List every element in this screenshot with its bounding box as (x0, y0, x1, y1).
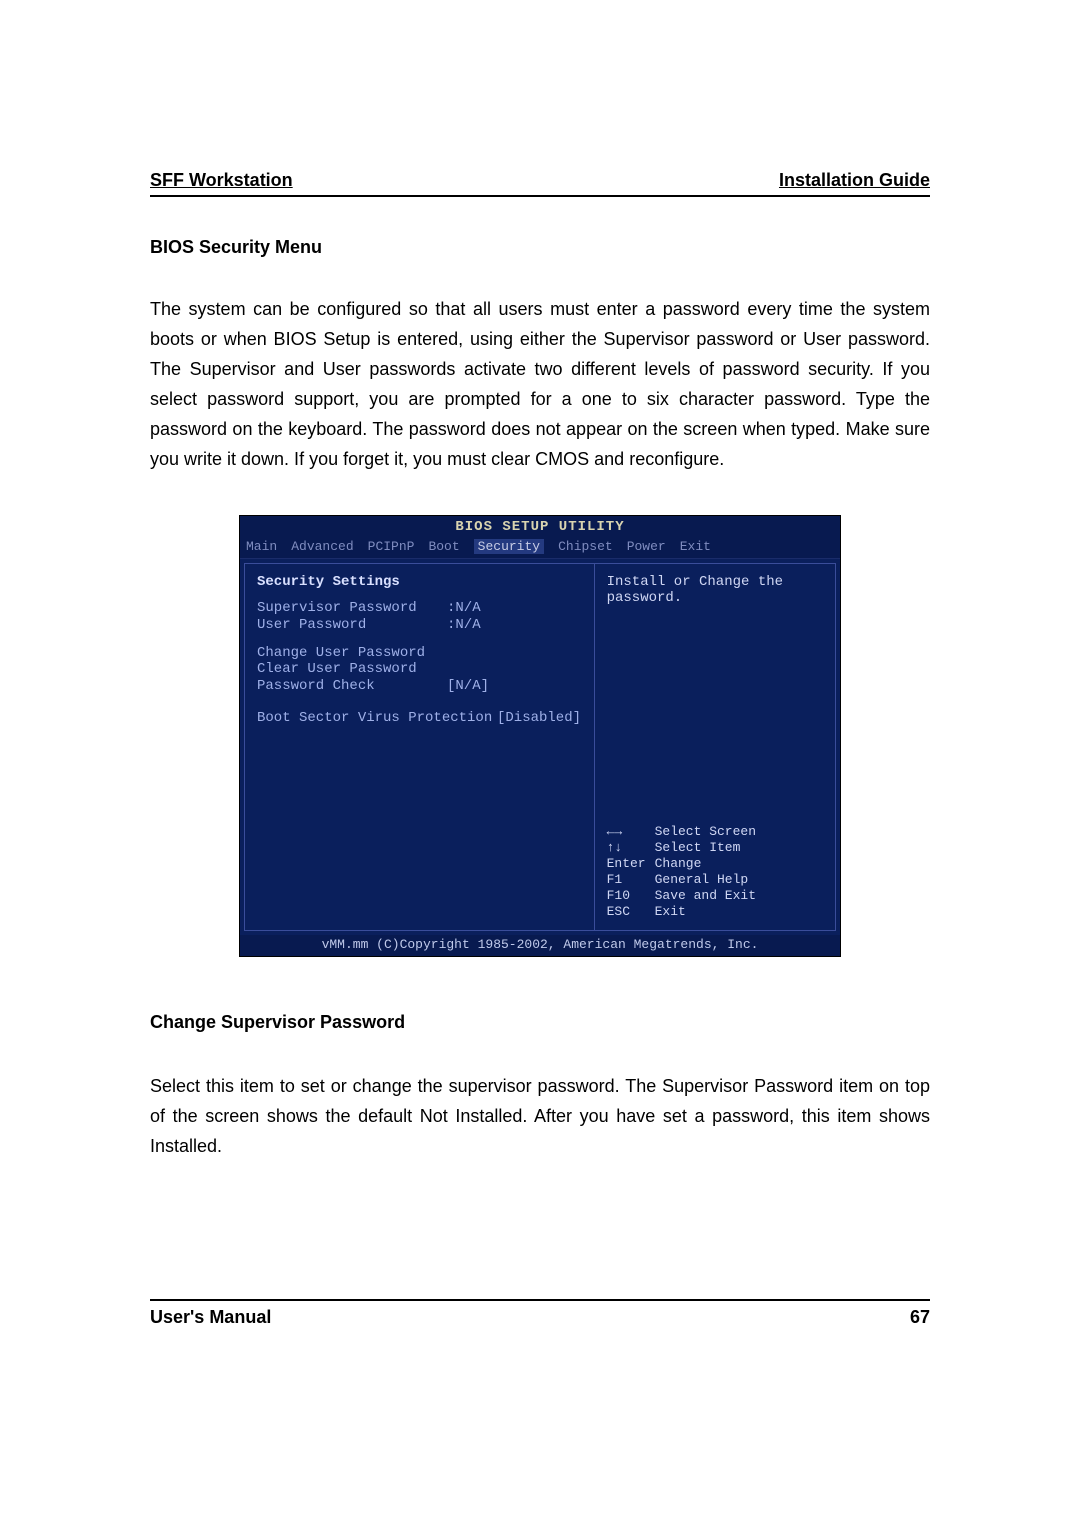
bios-row-label: Supervisor Password (257, 600, 447, 616)
bios-screenshot: BIOS SETUP UTILITY Main Advanced PCIPnP … (240, 516, 840, 956)
bios-opt-value: [Disabled] (497, 710, 581, 726)
bios-tab-power[interactable]: Power (627, 539, 666, 554)
bios-row-label: User Password (257, 617, 447, 633)
body-paragraph-1: The system can be configured so that all… (150, 294, 930, 474)
bios-row-value: :N/A (447, 617, 481, 633)
bios-section-heading: Security Settings (257, 574, 582, 590)
page-header: SFF Workstation Installation Guide (150, 170, 930, 197)
bios-right-panel: Install or Change the password. ←→Select… (594, 563, 836, 931)
bios-link-clear-user-pw[interactable]: Clear User Password (257, 661, 582, 677)
bios-opt-label: Boot Sector Virus Protection (257, 710, 497, 726)
bios-key-row: F10Save and Exit (607, 888, 823, 903)
bios-tab-chipset[interactable]: Chipset (558, 539, 613, 554)
bios-opt-boot-sector[interactable]: Boot Sector Virus Protection [Disabled] (257, 710, 582, 726)
bios-opt-value: [N/A] (447, 678, 489, 694)
page-footer: User's Manual 67 (150, 1299, 930, 1328)
header-left: SFF Workstation (150, 170, 293, 191)
bios-tab-bar: Main Advanced PCIPnP Boot Security Chips… (240, 537, 840, 558)
bios-tab-advanced[interactable]: Advanced (291, 539, 353, 554)
bios-key-row: ←→Select Screen (607, 824, 823, 839)
bios-row-user: User Password :N/A (257, 617, 582, 633)
bios-opt-label: Password Check (257, 678, 447, 694)
bios-key-row: ↑↓Select Item (607, 840, 823, 855)
bios-left-panel: Security Settings Supervisor Password :N… (244, 563, 594, 931)
bios-tab-security[interactable]: Security (474, 539, 544, 554)
bios-row-supervisor: Supervisor Password :N/A (257, 600, 582, 616)
bios-title: BIOS SETUP UTILITY (240, 516, 840, 537)
bios-key-row: ESCExit (607, 904, 823, 919)
bios-copyright: vMM.mm (C)Copyright 1985-2002, American … (240, 935, 840, 956)
body-paragraph-2: Select this item to set or change the su… (150, 1071, 930, 1161)
bios-opt-password-check[interactable]: Password Check [N/A] (257, 678, 582, 694)
bios-key-row: F1General Help (607, 872, 823, 887)
footer-left: User's Manual (150, 1307, 271, 1328)
bios-key-row: EnterChange (607, 856, 823, 871)
bios-help-keys: ←→Select Screen ↑↓Select Item EnterChang… (607, 823, 823, 920)
bios-tab-boot[interactable]: Boot (428, 539, 459, 554)
header-right: Installation Guide (779, 170, 930, 191)
bios-help-text: Install or Change the password. (607, 574, 823, 606)
bios-tab-main[interactable]: Main (246, 539, 277, 554)
bios-row-value: :N/A (447, 600, 481, 616)
bios-tab-pcipnp[interactable]: PCIPnP (368, 539, 415, 554)
bios-tab-exit[interactable]: Exit (680, 539, 711, 554)
footer-page-number: 67 (910, 1307, 930, 1328)
section-title: BIOS Security Menu (150, 237, 930, 258)
bios-link-change-user-pw[interactable]: Change User Password (257, 645, 582, 661)
subsection-title: Change Supervisor Password (150, 1012, 930, 1033)
